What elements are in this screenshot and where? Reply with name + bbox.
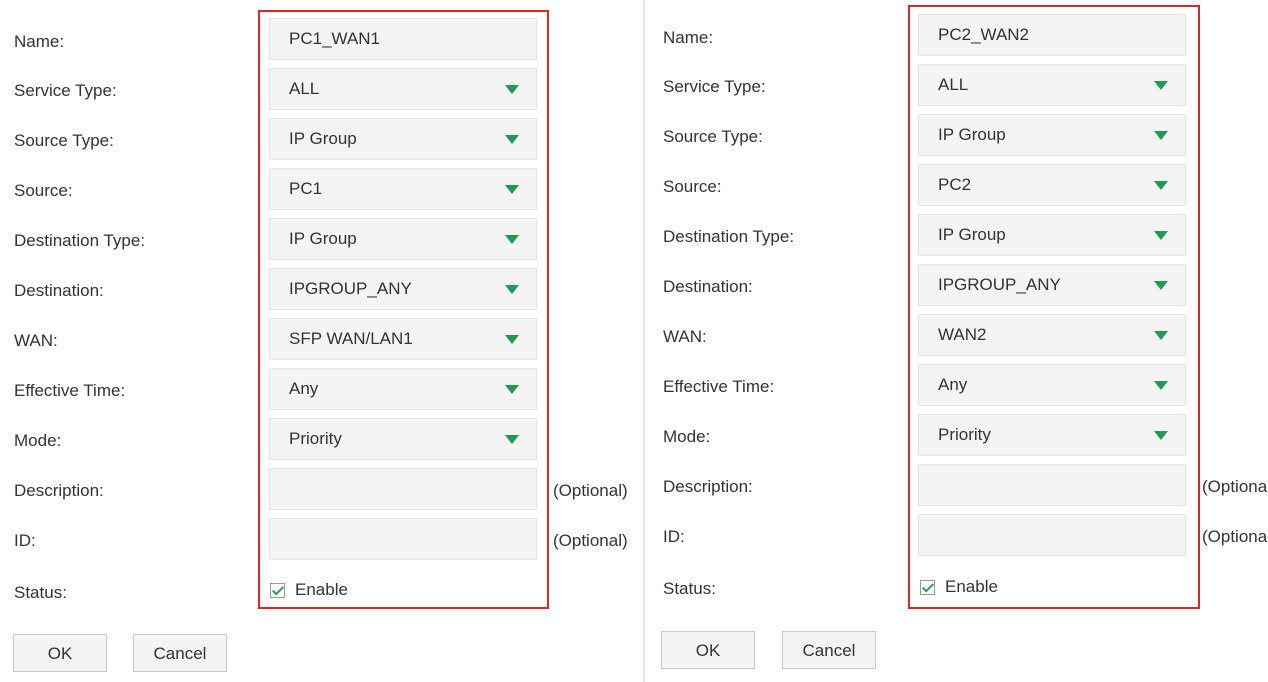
dropdown-arrow-icon — [505, 185, 519, 194]
destination-select[interactable]: IPGROUP_ANY — [918, 264, 1186, 306]
cancel-button[interactable]: Cancel — [133, 634, 227, 672]
id-label: ID: — [663, 527, 685, 546]
wan-select[interactable]: SFP WAN/LAN1 — [269, 318, 537, 360]
checkbox-checked-icon[interactable] — [920, 579, 935, 595]
id-input[interactable] — [269, 518, 537, 560]
dropdown-arrow-icon — [505, 135, 519, 144]
source-type-select[interactable]: IP Group — [269, 118, 537, 160]
destination-type-select[interactable]: IP Group — [269, 218, 537, 260]
effective-time-value: Any — [289, 379, 319, 398]
source-value: PC1 — [289, 179, 323, 198]
dropdown-arrow-icon — [1154, 331, 1168, 340]
name-label: Name: — [663, 28, 714, 47]
wan-value: WAN2 — [938, 325, 987, 344]
effective-time-label: Effective Time: — [14, 381, 126, 400]
service-type-select[interactable]: ALL — [269, 68, 537, 110]
destination-value: IPGROUP_ANY — [938, 275, 1061, 294]
name-label: Name: — [14, 32, 65, 51]
name-input[interactable]: PC2_WAN2 — [918, 14, 1186, 56]
destination-type-select[interactable]: IP Group — [918, 214, 1186, 256]
dropdown-arrow-icon — [1154, 431, 1168, 440]
id-label: ID: — [14, 531, 36, 550]
mode-value: Priority — [938, 425, 991, 444]
dropdown-arrow-icon — [1154, 181, 1168, 190]
destination-type-label: Destination Type: — [663, 227, 795, 246]
service-type-label: Service Type: — [663, 77, 766, 96]
status-label: Status: — [14, 583, 67, 602]
ok-button[interactable]: OK — [13, 634, 107, 672]
dropdown-arrow-icon — [505, 435, 519, 444]
right-rule-form: Name: PC2_WAN2 Service Type: ALL Source … — [643, 0, 1268, 682]
dropdown-arrow-icon — [1154, 81, 1168, 90]
wan-select[interactable]: WAN2 — [918, 314, 1186, 356]
status-label: Status: — [663, 579, 716, 598]
service-type-select[interactable]: ALL — [918, 64, 1186, 106]
destination-type-value: IP Group — [289, 229, 357, 248]
left-rule-form: Name: PC1_WAN1 Service Type: ALL Source … — [0, 0, 643, 682]
source-select[interactable]: PC1 — [269, 168, 537, 210]
dropdown-arrow-icon — [1154, 131, 1168, 140]
destination-label: Destination: — [663, 277, 753, 296]
name-input[interactable]: PC1_WAN1 — [269, 18, 537, 60]
status-enable-checkbox[interactable]: Enable — [270, 580, 348, 600]
status-enable-checkbox[interactable]: Enable — [920, 577, 998, 597]
source-label: Source: — [14, 181, 73, 200]
wan-value: SFP WAN/LAN1 — [289, 329, 413, 348]
dropdown-arrow-icon — [505, 235, 519, 244]
dropdown-arrow-icon — [1154, 281, 1168, 290]
dropdown-arrow-icon — [505, 385, 519, 394]
destination-value: IPGROUP_ANY — [289, 279, 412, 298]
checkbox-checked-icon[interactable] — [270, 582, 285, 598]
destination-type-label: Destination Type: — [14, 231, 146, 250]
mode-label: Mode: — [14, 431, 62, 450]
source-type-label: Source Type: — [663, 127, 763, 146]
enable-label: Enable — [295, 580, 348, 599]
ok-button[interactable]: OK — [661, 631, 755, 669]
id-optional-hint: (Optiona — [1202, 527, 1268, 546]
dropdown-arrow-icon — [505, 335, 519, 344]
dropdown-arrow-icon — [505, 285, 519, 294]
service-type-value: ALL — [289, 79, 320, 98]
effective-time-select[interactable]: Any — [269, 368, 537, 410]
source-value: PC2 — [938, 175, 972, 194]
description-optional-hint: (Optiona — [1202, 477, 1268, 496]
description-label: Description: — [663, 477, 753, 496]
dropdown-arrow-icon — [1154, 381, 1168, 390]
source-label: Source: — [663, 177, 722, 196]
mode-label: Mode: — [663, 427, 711, 446]
description-input[interactable] — [918, 464, 1186, 506]
mode-select[interactable]: Priority — [918, 414, 1186, 456]
service-type-label: Service Type: — [14, 81, 117, 100]
source-type-label: Source Type: — [14, 131, 114, 150]
cancel-button[interactable]: Cancel — [782, 631, 876, 669]
destination-label: Destination: — [14, 281, 104, 300]
source-type-value: IP Group — [938, 125, 1006, 144]
effective-time-label: Effective Time: — [663, 377, 775, 396]
wan-label: WAN: — [14, 331, 58, 350]
enable-label: Enable — [945, 577, 998, 596]
wan-label: WAN: — [663, 327, 707, 346]
description-label: Description: — [14, 481, 104, 500]
dropdown-arrow-icon — [1154, 231, 1168, 240]
description-optional-hint: (Optional) — [553, 481, 628, 500]
service-type-value: ALL — [938, 75, 969, 94]
source-type-select[interactable]: IP Group — [918, 114, 1186, 156]
effective-time-value: Any — [938, 375, 968, 394]
description-input[interactable] — [269, 468, 537, 510]
destination-select[interactable]: IPGROUP_ANY — [269, 268, 537, 310]
mode-select[interactable]: Priority — [269, 418, 537, 460]
id-optional-hint: (Optional) — [553, 531, 628, 550]
source-type-value: IP Group — [289, 129, 357, 148]
source-select[interactable]: PC2 — [918, 164, 1186, 206]
id-input[interactable] — [918, 514, 1186, 556]
destination-type-value: IP Group — [938, 225, 1006, 244]
mode-value: Priority — [289, 429, 342, 448]
dropdown-arrow-icon — [505, 85, 519, 94]
effective-time-select[interactable]: Any — [918, 364, 1186, 406]
